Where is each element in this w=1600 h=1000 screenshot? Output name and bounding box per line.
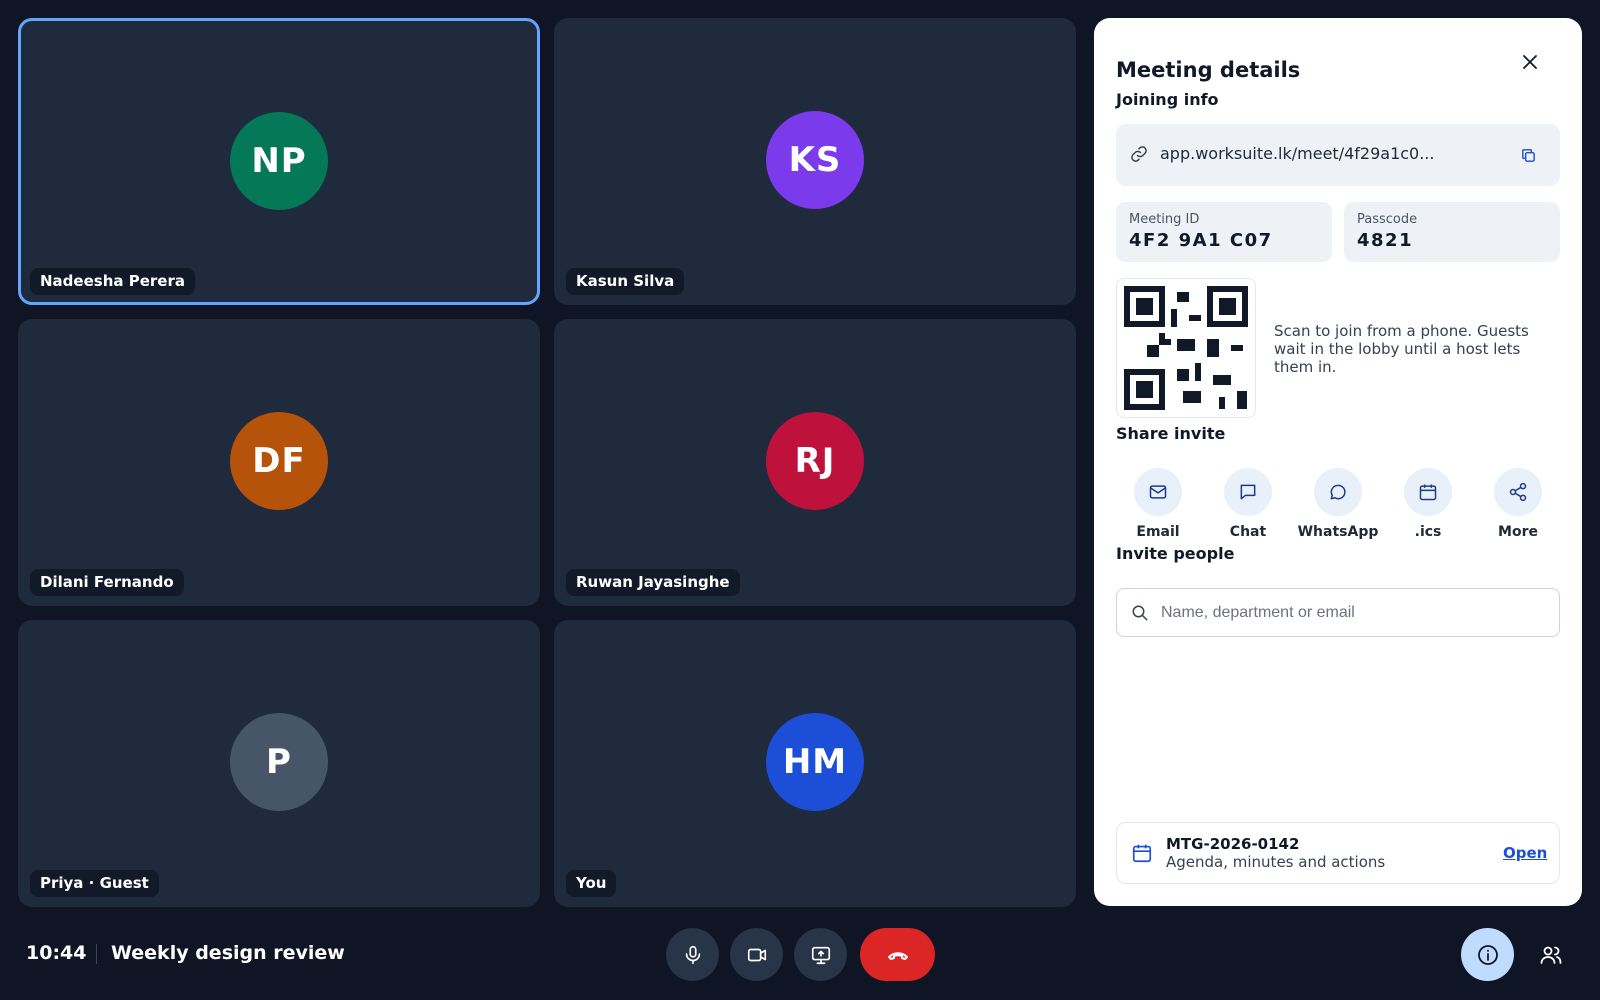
invite-search-box [1116,588,1560,637]
calendar-icon [1132,844,1152,863]
meeting-link-box: app.worksuite.lk/meet/4f29a1c0... [1116,124,1560,186]
share-ics-button[interactable]: .ics [1386,468,1470,540]
meeting-record-card: MTG-2026-0142 Agenda, minutes and action… [1116,822,1560,884]
passcode-value[interactable]: 4821 [1357,230,1413,251]
close-button[interactable] [1512,44,1548,80]
meeting-link[interactable]: app.worksuite.lk/meet/4f29a1c0... [1160,144,1434,163]
qr-code [1116,278,1256,418]
video-camera-icon [747,948,766,961]
meeting-clock: 10:44 [26,942,87,964]
share-chat-circle [1224,468,1272,516]
invite-people-heading: Invite people [1116,544,1235,563]
share-more-button[interactable]: More [1476,468,1560,540]
whatsapp-icon [1330,484,1346,500]
share-more-circle [1494,468,1542,516]
share-ics-circle [1404,468,1452,516]
share-whatsapp-circle [1314,468,1362,516]
qr-code-icon [1124,286,1248,410]
copy-link-button[interactable] [1514,141,1542,169]
copy-icon [1521,148,1535,162]
divider [96,944,97,964]
passcode-label: Passcode [1357,212,1418,227]
link-icon [1131,146,1147,162]
avatar: P [230,713,328,811]
screen-share-icon [811,946,830,964]
search-icon [1132,605,1148,621]
participants-button[interactable] [1524,928,1577,981]
share-chat-button[interactable]: Chat [1206,468,1290,540]
joining-info-heading: Joining info [1116,90,1219,109]
share-email-button[interactable]: Email [1116,468,1200,540]
meeting-id-box: Meeting ID 4F2 9A1 C07 [1116,202,1332,262]
people-icon [1540,946,1561,964]
share-email-circle [1134,468,1182,516]
info-icon [1477,944,1498,965]
meeting-info-button[interactable] [1461,928,1514,981]
record-subtitle: Agenda, minutes and actions [1166,853,1386,871]
close-icon [1523,55,1537,69]
open-record-link[interactable]: Open [1503,844,1547,862]
camera-button[interactable] [730,928,783,981]
participant-name: Nadeesha Perera [30,268,195,295]
invite-search-input[interactable] [1161,589,1541,636]
participant-tile[interactable]: P Priya · Guest [18,620,540,907]
mail-icon [1149,485,1167,499]
end-call-button[interactable] [860,928,935,981]
participant-tile[interactable]: KS Kasun Silva [554,18,1076,305]
calendar-icon [1419,484,1437,501]
share-more-label: More [1498,524,1538,540]
meeting-title: Weekly design review [111,942,345,964]
meeting-id-label: Meeting ID [1129,212,1200,227]
participant-tile-self[interactable]: HM You [554,620,1076,907]
participant-tile[interactable]: RJ Ruwan Jayasinghe [554,319,1076,606]
share-whatsapp-button[interactable]: WhatsApp [1296,468,1380,540]
avatar: RJ [766,412,864,510]
share-ics-label: .ics [1414,524,1442,540]
avatar: HM [766,713,864,811]
participant-tile[interactable]: DF Dilani Fernando [18,319,540,606]
participant-name: Dilani Fernando [30,569,184,596]
avatar: KS [766,111,864,209]
participant-name: Kasun Silva [566,268,685,295]
passcode-box: Passcode 4821 [1344,202,1560,262]
hang-up-icon [887,951,908,960]
participant-name: You [566,870,617,897]
qr-description: Scan to join from a phone. Guests wait i… [1274,322,1529,376]
meeting-details-panel: Meeting details Joining info app.worksui… [1094,18,1582,906]
participant-tile[interactable]: NP Nadeesha Perera [18,18,540,305]
avatar: NP [230,112,328,210]
share-email-label: Email [1136,524,1180,540]
microphone-icon [685,945,700,964]
microphone-button[interactable] [666,928,719,981]
share-icon [1509,482,1527,502]
share-chat-label: Chat [1229,524,1267,540]
chat-icon [1240,484,1256,500]
share-invite-heading: Share invite [1116,424,1226,443]
panel-title: Meeting details [1116,58,1301,82]
avatar: DF [230,412,328,510]
participant-name: Ruwan Jayasinghe [566,569,740,596]
video-grid: NP Nadeesha Perera KS Kasun Silva DF Dil… [18,18,1076,907]
share-options: Email Chat WhatsApp .ics More [1116,468,1560,548]
screen-share-button[interactable] [794,928,847,981]
meeting-id-value[interactable]: 4F2 9A1 C07 [1129,230,1273,251]
record-id: MTG-2026-0142 [1166,835,1300,853]
participant-name: Priya · Guest [30,870,159,897]
share-whatsapp-label: WhatsApp [1297,524,1379,540]
